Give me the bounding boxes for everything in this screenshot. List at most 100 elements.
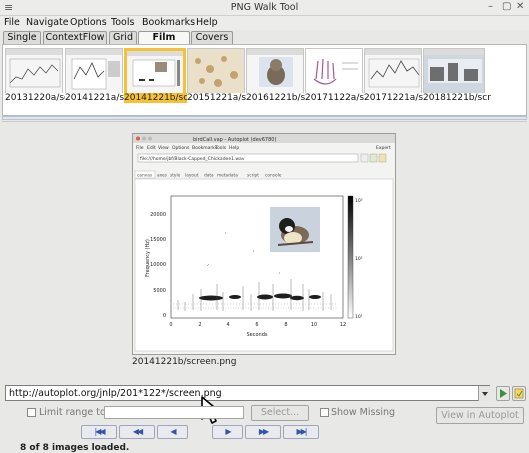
thumb-caption: 20161221b/scr [246, 93, 314, 103]
preview-xtick: 6 [255, 322, 258, 328]
fast-forward-icon: ▶▶ [258, 427, 269, 436]
menu-options[interactable]: Options [70, 17, 107, 28]
preview-xtick: 12 [340, 322, 346, 328]
rewind-icon: ◀◀ [132, 427, 143, 436]
status-text: 8 of 8 images loaded. [20, 443, 130, 453]
preview-tab: style [170, 173, 181, 179]
film-strip-thumb[interactable]: 20171122a/scr [305, 48, 373, 103]
preview-menu-expert: Expert [376, 145, 391, 151]
next-button[interactable]: ▶ [212, 425, 243, 439]
first-button[interactable]: |◀◀ [81, 425, 117, 439]
thumb-caption: 20151221a/scr [187, 93, 255, 103]
film-strip-thumb-selected[interactable]: 20141221b/scr [124, 48, 192, 103]
preview-xtick: 4 [226, 322, 229, 328]
thumb-caption: 20181221b/scr [423, 93, 491, 103]
thumb-caption: 20141221a/scr [65, 93, 133, 103]
first-icon: |◀◀ [94, 427, 106, 436]
limit-range-field[interactable] [104, 406, 244, 419]
preview-colorbar [347, 195, 354, 319]
next-icon: ▶ [225, 427, 231, 436]
thumb-caption: 20171221a/scr [364, 93, 432, 103]
preview-ytick: 0 [163, 313, 166, 319]
film-strip-thumb[interactable]: 20131220a/scr [5, 48, 73, 103]
preview-cbtick: 10² [355, 256, 363, 262]
prev-icon: ◀ [170, 427, 176, 436]
next-page-button[interactable]: ▶▶ [245, 425, 281, 439]
preview-menu-item: Edit [147, 145, 156, 151]
tab-covers[interactable]: Covers [191, 31, 233, 44]
menu-bookmarks[interactable]: Bookmarks [142, 17, 195, 28]
menu-bar: File Navigate Options Tools Bookmarks He… [0, 16, 529, 30]
preview-image[interactable]: birdCall.vap - Autoplot (dev6780) File E… [132, 133, 396, 355]
url-field[interactable]: http://autoplot.org/jnlp/201*122*/screen… [5, 385, 490, 401]
preview-tab: console [265, 173, 282, 179]
maximize-icon[interactable]: ▢ [502, 1, 511, 12]
preview-menu-item: View [158, 145, 169, 151]
bookmark-icon [514, 388, 524, 399]
preview-ytick: 10000 [150, 262, 166, 268]
preview-menu-item: Options [172, 145, 190, 151]
preview-xlabel: Seconds [246, 332, 267, 338]
preview-tab: layout [185, 173, 199, 179]
minimize-icon[interactable]: – [488, 1, 493, 12]
film-strip-thumb[interactable]: 20181221b/scr [423, 48, 491, 103]
film-strip-thumb[interactable]: 20161221b/scr [246, 48, 314, 103]
prev-button[interactable]: ◀ [157, 425, 188, 439]
preview-close-dot [136, 136, 140, 141]
preview-tab: axes [157, 174, 168, 179]
show-missing-checkbox[interactable] [320, 408, 329, 417]
preview-ytick: 5000 [153, 288, 166, 294]
limit-range-label: Limit range to: [39, 407, 109, 418]
film-strip-thumb[interactable]: 20151221a/scr [187, 48, 255, 103]
preview-xtick: 0 [169, 322, 172, 328]
preview-menu-item: Tools [214, 145, 227, 151]
show-missing-label: Show Missing [331, 407, 396, 418]
last-icon: ▶▶| [296, 427, 308, 436]
tab-film-strip[interactable]: Film Strip [138, 31, 190, 55]
preview-menu-item: Bookmarks [192, 145, 218, 151]
last-button[interactable]: ▶▶| [283, 425, 319, 439]
close-icon[interactable]: ✕ [516, 1, 524, 12]
preview-tab: data [204, 173, 214, 179]
preview-xtick: 8 [284, 322, 287, 328]
preview-ytick: 20000 [150, 212, 166, 218]
film-strip-thumb[interactable]: 20141221a/scr [65, 48, 133, 103]
preview-tab: script [247, 173, 259, 179]
menu-help[interactable]: Help [196, 17, 218, 28]
preview-caption: 20141221b/screen.png [132, 357, 237, 367]
film-strip-thumb[interactable]: 20171221a/scr [364, 48, 432, 103]
menu-file[interactable]: File [4, 17, 20, 28]
thumb-caption: 20131220a/scr [5, 93, 73, 103]
preview-cbtick: 10³ [355, 198, 363, 204]
tab-contextflow[interactable]: ContextFlow [43, 31, 107, 44]
preview-address: file:///home/jbf/Black-Capped_Chickadee1… [140, 156, 245, 162]
preview-menu-item: Help [229, 145, 239, 151]
thumb-caption: 20141221b/scr [124, 93, 192, 103]
preview-cbtick: 10¹ [355, 314, 363, 320]
preview-tab: metadata [217, 173, 238, 179]
menu-tools[interactable]: Tools [111, 17, 134, 28]
preview-app-title: birdCall.vap - Autoplot (dev6780) [193, 137, 276, 143]
tab-grid[interactable]: Grid [109, 31, 137, 44]
play-icon [500, 389, 507, 398]
bookmark-button[interactable] [512, 386, 526, 401]
preview-xtick: 10 [311, 322, 317, 328]
thumb-caption: 20171122a/scr [305, 93, 373, 103]
view-in-autoplot-button[interactable]: View in Autoplot [436, 407, 524, 424]
preview-ytick: 15000 [150, 237, 166, 243]
film-strip: 20131220a/scr 20141221a/scr 20141221b/sc… [2, 44, 527, 116]
title-bar: ≡ PNG Walk Tool – ▢ ✕ [0, 0, 529, 16]
film-strip-scrollbar[interactable] [2, 116, 527, 120]
prev-page-button[interactable]: ◀◀ [119, 425, 155, 439]
url-dropdown-button[interactable] [478, 386, 490, 401]
menu-navigate[interactable]: Navigate [26, 17, 69, 28]
window-title: PNG Walk Tool [230, 2, 299, 13]
go-button[interactable] [496, 386, 510, 401]
limit-range-checkbox[interactable] [27, 408, 36, 417]
preview-xtick: 2 [198, 322, 201, 328]
select-button[interactable]: Select... [251, 405, 309, 421]
preview-menu-item: File [136, 145, 144, 151]
url-text: http://autoplot.org/jnlp/201*122*/screen… [9, 388, 222, 399]
tab-single[interactable]: Single [3, 31, 41, 44]
preview-ylabel: Frequency (Hz) [145, 239, 151, 277]
